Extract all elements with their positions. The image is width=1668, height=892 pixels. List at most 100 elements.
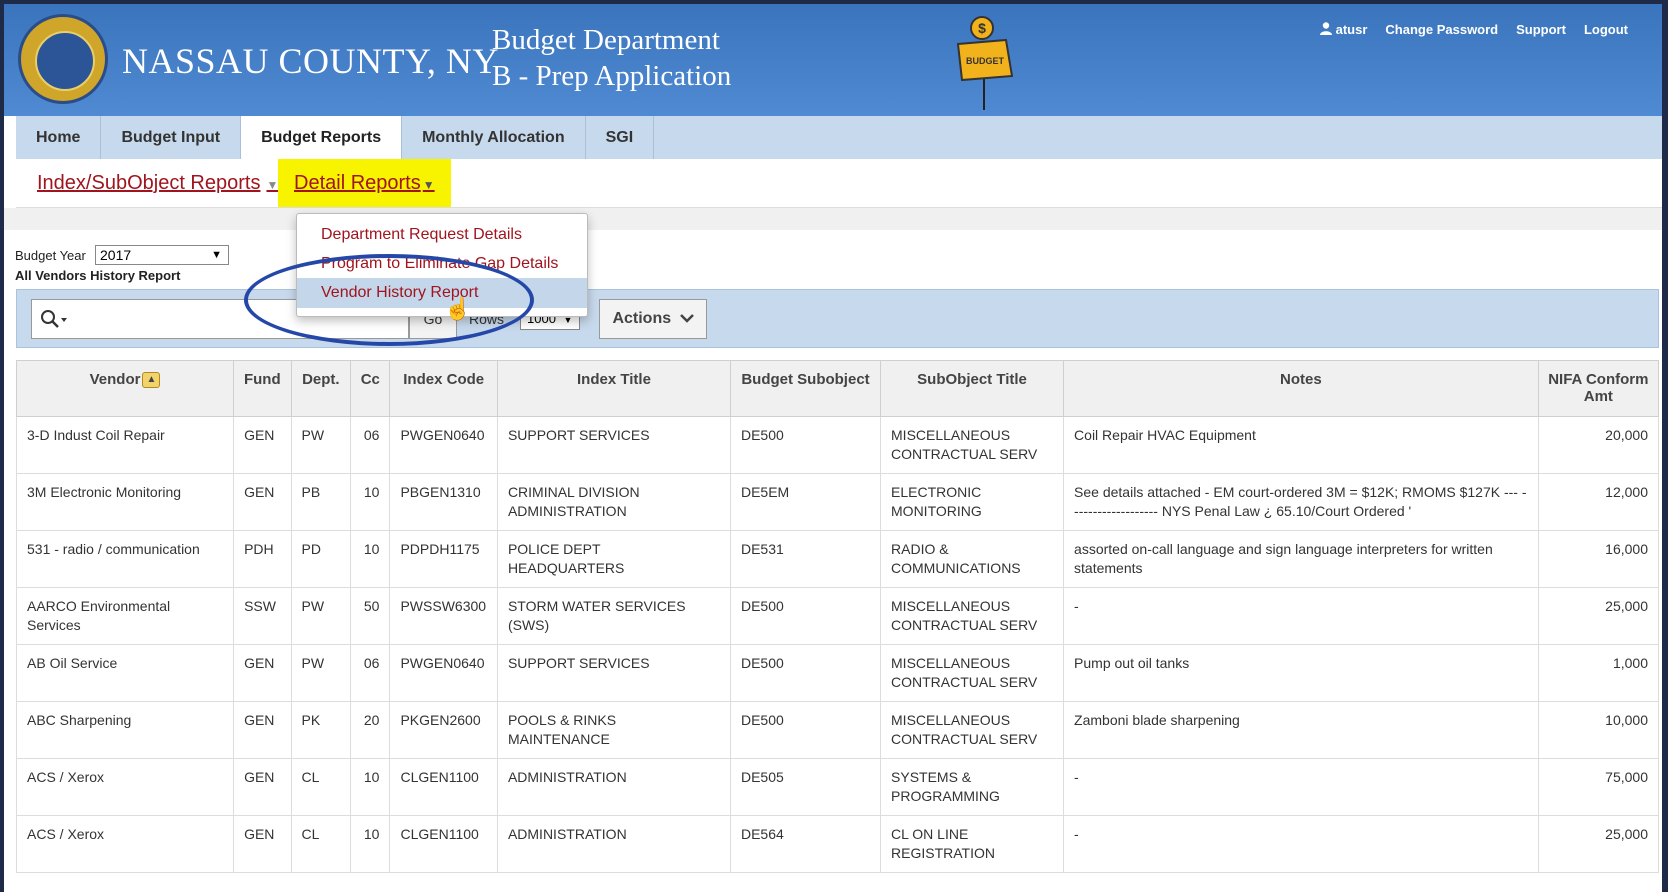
table-cell: ACS / Xerox — [15, 815, 235, 873]
table-row[interactable]: AARCO Environmental Services SSW PW 50 PWSSW… — [15, 587, 1660, 645]
table-cell: SUPPORT SERVICES — [496, 644, 731, 702]
table-cell: 25,000 — [1537, 815, 1660, 873]
table-cell: GEN — [233, 701, 292, 759]
table-cell: DE531 — [729, 530, 882, 588]
table-cell: - — [1063, 758, 1539, 816]
table-cell: 20,000 — [1537, 416, 1660, 474]
col-header-subobject-title[interactable]: SubObject Title — [880, 360, 1065, 417]
table-cell: See details attached - EM court-ordered … — [1063, 473, 1539, 531]
change-password-link[interactable]: Change Password — [1385, 22, 1498, 37]
menu-item-department-request-details[interactable]: Department Request Details — [297, 220, 587, 250]
table-cell: 531 - radio / communication — [15, 530, 235, 588]
table-cell: 20 — [350, 701, 391, 759]
tab-home[interactable]: Home — [16, 116, 102, 159]
table-cell: 50 — [350, 587, 391, 645]
col-header-dept[interactable]: Dept. — [290, 360, 352, 417]
search-icon[interactable] — [40, 309, 68, 331]
table-row[interactable]: 3M Electronic Monitoring GEN PB 10 PBGEN1310… — [15, 473, 1660, 531]
col-header-cc[interactable]: Cc — [350, 360, 391, 417]
table-cell: PB — [290, 473, 352, 531]
hand-cursor-icon: ☝ — [444, 296, 472, 321]
table-cell: AB Oil Service — [15, 644, 235, 702]
vendor-history-table: Vendor ▲ Fund Dept. Cc Index Code Index T… — [15, 360, 1660, 873]
main-tabs: Home Budget Input Budget Reports Monthly… — [16, 116, 1662, 159]
table-cell: PBGEN1310 — [389, 473, 498, 531]
table-cell: 10 — [350, 530, 391, 588]
user-menu[interactable]: atusr — [1319, 22, 1368, 37]
table-cell: PD — [290, 530, 352, 588]
tab-monthly-allocation[interactable]: Monthly Allocation — [402, 116, 586, 159]
table-cell: DE500 — [729, 701, 882, 759]
table-cell: PW — [290, 644, 352, 702]
table-cell: 12,000 — [1537, 473, 1660, 531]
col-header-budget-subobject[interactable]: Budget Subobject — [729, 360, 882, 417]
col-header-index-code[interactable]: Index Code — [389, 360, 498, 417]
table-cell: MISCELLANEOUS CONTRACTUAL SERV — [880, 587, 1065, 645]
table-cell: PW — [290, 416, 352, 474]
table-cell: 06 — [350, 416, 391, 474]
col-header-notes[interactable]: Notes — [1063, 360, 1539, 417]
table-cell: STORM WATER SERVICES (SWS) — [496, 587, 731, 645]
table-cell: DE5EM — [729, 473, 882, 531]
budget-sign-icon: BUDGET $ — [956, 16, 1014, 110]
menu-item-program-to-eliminate-gap[interactable]: Program to Eliminate Gap Details — [297, 249, 587, 279]
table-cell: MISCELLANEOUS CONTRACTUAL SERV — [880, 701, 1065, 759]
detail-reports-label: Detail Reports — [294, 172, 421, 194]
table-cell: - — [1063, 815, 1539, 873]
table-cell: CRIMINAL DIVISION ADMINISTRATION — [496, 473, 731, 531]
user-icon — [1319, 22, 1332, 35]
table-cell: 10,000 — [1537, 701, 1660, 759]
table-cell: 3-D Indust Coil Repair — [15, 416, 235, 474]
dept-title-line1: Budget Department — [492, 24, 720, 56]
table-row[interactable]: ABC Sharpening GEN PK 20 PKGEN2600 POOLS & RI… — [15, 701, 1660, 759]
table-cell: 75,000 — [1537, 758, 1660, 816]
table-cell: Zamboni blade sharpening — [1063, 701, 1539, 759]
section-divider — [4, 208, 1662, 230]
table-cell: 06 — [350, 644, 391, 702]
tab-budget-input[interactable]: Budget Input — [101, 116, 242, 159]
table-cell: PKGEN2600 — [389, 701, 498, 759]
app-header: NASSAU COUNTY, NY Budget Department B - … — [4, 4, 1662, 116]
table-row[interactable]: 531 - radio / communication PDH PD 10 PDPDH1… — [15, 530, 1660, 588]
table-cell: ADMINISTRATION — [496, 758, 731, 816]
budget-year-select[interactable]: 2017 ▼ — [95, 245, 229, 265]
table-cell: DE500 — [729, 587, 882, 645]
support-link[interactable]: Support — [1516, 22, 1566, 37]
caret-down-icon: ▼ — [266, 178, 279, 192]
table-row[interactable]: ACS / Xerox GEN CL 10 CLGEN1100 ADMINISTRATIO… — [15, 758, 1660, 816]
menu-item-vendor-history-report[interactable]: Vendor History Report — [297, 278, 587, 308]
table-cell: CL — [290, 758, 352, 816]
tab-budget-reports[interactable]: Budget Reports — [241, 116, 403, 159]
table-cell: CL ON LINE REGISTRATION — [880, 815, 1065, 873]
table-cell: ABC Sharpening — [15, 701, 235, 759]
table-cell: AARCO Environmental Services — [15, 587, 235, 645]
col-header-nifa-conform-amt[interactable]: NIFA Conform Amt — [1537, 360, 1660, 417]
detail-reports-dropdown: Department Request Details Program to El… — [296, 213, 588, 317]
tab-sgi[interactable]: SGI — [586, 116, 655, 159]
actions-button[interactable]: Actions — [599, 299, 707, 339]
county-seal-logo — [18, 14, 108, 104]
table-cell: PWGEN0640 — [389, 416, 498, 474]
table-cell: CLGEN1100 — [389, 815, 498, 873]
detail-reports-menu[interactable]: Detail Reports ▼ — [278, 159, 451, 207]
table-cell: 10 — [350, 758, 391, 816]
table-row[interactable]: 3-D Indust Coil Repair GEN PW 06 PWGEN0640 SU… — [15, 416, 1660, 474]
table-cell: POLICE DEPT HEADQUARTERS — [496, 530, 731, 588]
username: atusr — [1335, 22, 1368, 37]
table-cell: Coil Repair HVAC Equipment — [1063, 416, 1539, 474]
table-cell: PWSSW6300 — [389, 587, 498, 645]
col-header-vendor[interactable]: Vendor ▲ — [15, 360, 235, 417]
col-header-index-title[interactable]: Index Title — [496, 360, 731, 417]
col-header-fund[interactable]: Fund — [233, 360, 292, 417]
report-title: All Vendors History Report — [15, 268, 181, 283]
table-row[interactable]: ACS / Xerox GEN CL 10 CLGEN1100 ADMINISTRATIO… — [15, 815, 1660, 873]
logout-link[interactable]: Logout — [1584, 22, 1628, 37]
table-cell: ADMINISTRATION — [496, 815, 731, 873]
index-subobject-reports-menu[interactable]: Index/SubObject Reports ▼ — [37, 159, 278, 207]
table-cell: PDH — [233, 530, 292, 588]
table-row[interactable]: AB Oil Service GEN PW 06 PWGEN0640 SUPPORT SE… — [15, 644, 1660, 702]
table-cell: SSW — [233, 587, 292, 645]
dept-title-line2: B - Prep Application — [492, 60, 732, 92]
sort-ascending-icon[interactable]: ▲ — [142, 372, 161, 389]
table-cell: PDPDH1175 — [389, 530, 498, 588]
